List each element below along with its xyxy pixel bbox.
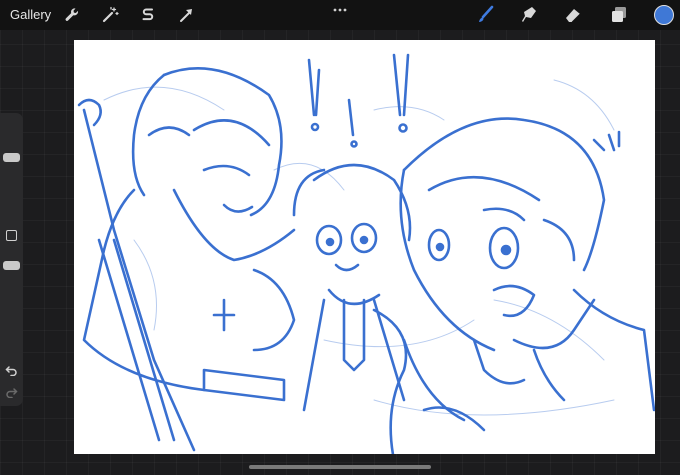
home-indicator[interactable] — [249, 465, 431, 469]
eraser-icon[interactable] — [562, 4, 584, 26]
smudge-finger-icon[interactable] — [518, 4, 540, 26]
brush-size-slider[interactable] — [0, 113, 23, 213]
redo-arrow-icon[interactable] — [5, 385, 18, 399]
layers-icon[interactable] — [608, 4, 630, 26]
sketch-artwork — [77, 53, 655, 454]
color-picker-button[interactable] — [654, 5, 674, 25]
arrow-cursor-icon[interactable] — [175, 4, 197, 26]
square-modify-icon[interactable] — [6, 230, 17, 241]
drawing-canvas[interactable] — [74, 40, 655, 454]
wrench-icon[interactable] — [61, 4, 83, 26]
magic-wand-icon[interactable] — [99, 4, 121, 26]
brush-icon[interactable] — [474, 4, 496, 26]
left-sidebar — [0, 113, 23, 406]
brush-size-thumb[interactable] — [3, 153, 20, 162]
opacity-thumb[interactable] — [3, 261, 20, 270]
undo-arrow-icon[interactable] — [5, 363, 18, 377]
gallery-button[interactable]: Gallery — [10, 7, 51, 22]
top-toolbar: Gallery — [0, 0, 680, 30]
selection-s-icon[interactable] — [137, 4, 159, 26]
more-dots-icon[interactable] — [332, 2, 348, 12]
opacity-slider[interactable] — [0, 248, 23, 348]
